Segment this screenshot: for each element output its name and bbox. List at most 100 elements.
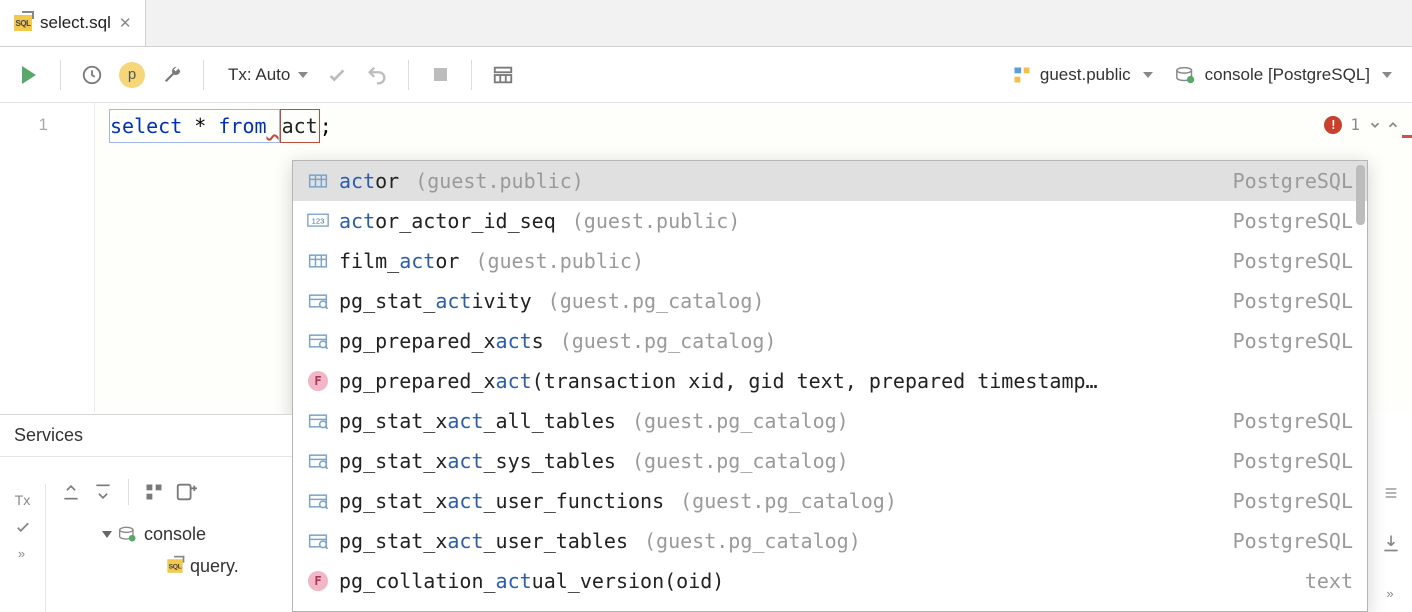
- profile-button[interactable]: p: [115, 58, 149, 92]
- tx-mode-label: Tx: Auto: [228, 65, 290, 85]
- check-icon: [326, 64, 348, 86]
- wrench-icon: [161, 64, 183, 86]
- layout-button[interactable]: [141, 479, 167, 505]
- completion-name: pg_collation_actual_version(oid): [339, 569, 724, 593]
- view-icon: [307, 452, 329, 470]
- tab-filename: select.sql: [40, 13, 111, 33]
- settings-button[interactable]: [155, 58, 189, 92]
- completion-name: pg_stat_xact_user_tables: [339, 529, 628, 553]
- close-tab-icon[interactable]: ✕: [119, 14, 132, 32]
- autocomplete-item[interactable]: pg_stat_xact_user_tables (guest.pg_catalo…: [293, 521, 1367, 561]
- file-tab[interactable]: SQL select.sql ✕: [0, 0, 146, 46]
- autocomplete-item[interactable]: pg_stat_activity (guest.pg_catalog) Postgr…: [293, 281, 1367, 321]
- schema-selector[interactable]: guest.public: [1004, 65, 1161, 85]
- autocomplete-item[interactable]: pg_stat_xact_all_tables(guest.pg_catalog…: [293, 401, 1367, 441]
- expand-icon[interactable]: [102, 531, 112, 538]
- autocomplete-item[interactable]: Fpg_prepared_xact(transaction xid, gid t…: [293, 361, 1367, 401]
- view-icon: [307, 292, 329, 310]
- services-left-rail: Tx »: [0, 484, 46, 612]
- clock-icon: [81, 64, 103, 86]
- view-icon: [307, 332, 329, 350]
- completion-kind: PostgreSQL: [1233, 409, 1353, 433]
- datasource-icon: [1175, 65, 1197, 85]
- completion-name: pg_stat_xact_all_tables: [339, 409, 616, 433]
- error-count: 1: [1350, 109, 1360, 141]
- completion-name: pg_prepared_xacts: [339, 329, 544, 353]
- add-button[interactable]: [173, 479, 199, 505]
- tx-mode-dropdown[interactable]: Tx: Auto: [228, 65, 308, 85]
- stop-icon: [434, 68, 447, 81]
- autocomplete-item[interactable]: actor(guest.public)PostgreSQL: [293, 161, 1367, 201]
- code-line: select * from act;: [109, 109, 1398, 143]
- inspection-widget[interactable]: ! 1: [1324, 109, 1400, 141]
- autocomplete-item[interactable]: film_actor(guest.public)PostgreSQL: [293, 241, 1367, 281]
- sql-file-icon: SQL: [167, 559, 182, 573]
- completion-context: (guest.pg_catalog): [644, 529, 861, 553]
- separator: [128, 479, 129, 505]
- func-icon: F: [307, 572, 329, 590]
- chevron-down-icon: [1382, 72, 1392, 78]
- completion-kind: PostgreSQL: [1233, 169, 1353, 193]
- services-title: Services: [0, 415, 292, 457]
- completion-kind: PostgreSQL: [1233, 529, 1353, 553]
- autocomplete-item[interactable]: 123actor_actor_id_seq(guest.public)Postg…: [293, 201, 1367, 241]
- completion-name: pg_stat_activity: [339, 289, 532, 313]
- chevron-up-icon[interactable]: [1386, 118, 1400, 132]
- autocomplete-item[interactable]: Fpg_collation_actual_version(oid)text: [293, 561, 1367, 601]
- run-button[interactable]: [12, 58, 46, 92]
- more-icon[interactable]: »: [1378, 582, 1404, 604]
- console-selector[interactable]: console [PostgreSQL]: [1167, 65, 1400, 85]
- services-tree[interactable]: console SQL query.: [46, 514, 292, 582]
- code-suffix: ;: [320, 110, 332, 142]
- completion-context: (guest.pg_catalog): [632, 449, 849, 473]
- datasource-icon: [118, 525, 138, 543]
- autocomplete-item[interactable]: pg_stat_xact_user_functions (guest.pg_cat…: [293, 481, 1367, 521]
- completion-name: pg_stat_xact_user_functions: [339, 489, 664, 513]
- commit-button[interactable]: [320, 58, 354, 92]
- tree-node-query[interactable]: SQL query.: [56, 550, 282, 582]
- completion-kind: PostgreSQL: [1233, 289, 1353, 313]
- separator: [60, 60, 61, 90]
- right-gutter-icons: »: [1378, 482, 1404, 604]
- tree-node-label: query.: [190, 556, 239, 577]
- chevron-down-icon[interactable]: [1368, 118, 1382, 132]
- expand-all-button[interactable]: [58, 479, 84, 505]
- completion-context: (guest.public): [475, 249, 644, 273]
- completion-kind: PostgreSQL: [1233, 489, 1353, 513]
- output-layout-button[interactable]: [486, 58, 520, 92]
- error-stripe[interactable]: [1402, 135, 1412, 138]
- table-icon: [307, 172, 329, 190]
- chevron-down-icon: [298, 72, 308, 78]
- completion-name: pg_prepared_xact(transaction xid, gid te…: [339, 369, 1098, 393]
- seq-icon: 123: [307, 212, 329, 230]
- autocomplete-item[interactable]: pg_stat_xact_sys_tables(guest.pg_catalog…: [293, 441, 1367, 481]
- more-icon[interactable]: »: [18, 546, 27, 561]
- scrollbar-thumb[interactable]: [1356, 165, 1365, 225]
- tab-bar: SQL select.sql ✕: [0, 0, 1412, 47]
- tree-node-console[interactable]: console: [56, 518, 282, 550]
- table-icon: [307, 252, 329, 270]
- completion-context: (guest.pg_catalog): [548, 289, 765, 313]
- collapse-all-button[interactable]: [90, 479, 116, 505]
- download-icon[interactable]: [1378, 532, 1404, 554]
- check-icon[interactable]: [14, 518, 32, 536]
- tx-indicator[interactable]: Tx: [15, 492, 31, 508]
- completion-kind: PostgreSQL: [1233, 209, 1353, 233]
- p-badge-icon: p: [119, 62, 145, 88]
- chevron-down-icon: [1143, 72, 1153, 78]
- completion-context: (guest.public): [572, 209, 741, 233]
- tree-node-label: console: [144, 524, 206, 545]
- view-icon: [307, 532, 329, 550]
- autocomplete-item[interactable]: pg_prepared_xacts(guest.pg_catalog)Postg…: [293, 321, 1367, 361]
- history-button[interactable]: [75, 58, 109, 92]
- completion-context: (guest.pg_catalog): [680, 489, 897, 513]
- undo-icon: [366, 64, 388, 86]
- completion-kind: PostgreSQL: [1233, 449, 1353, 473]
- rollback-button[interactable]: [360, 58, 394, 92]
- collapse-icon[interactable]: [1378, 482, 1404, 504]
- stop-button[interactable]: [423, 58, 457, 92]
- autocomplete-list[interactable]: actor(guest.public)PostgreSQL123actor_ac…: [293, 161, 1367, 611]
- schema-icon: [1012, 65, 1032, 85]
- services-toolbar: [46, 470, 292, 514]
- svg-text:123: 123: [312, 217, 325, 226]
